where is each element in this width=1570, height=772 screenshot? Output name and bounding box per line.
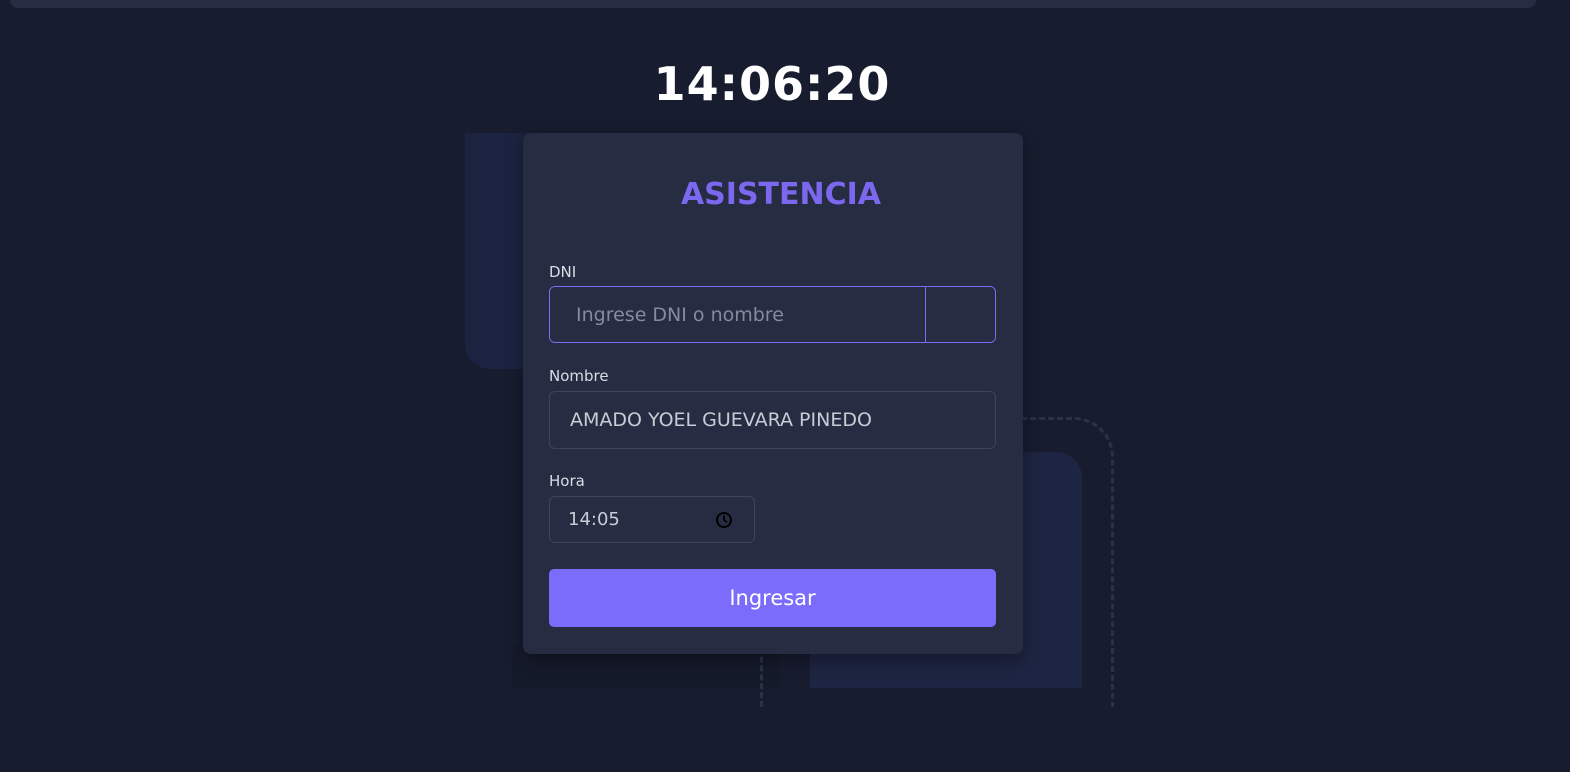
card-title: ASISTENCIA [680, 177, 882, 212]
ingresar-button[interactable]: Ingresar [549, 569, 996, 627]
hora-label: Hora [549, 472, 585, 490]
clock-icon[interactable] [715, 511, 733, 529]
attendance-card: ASISTENCIA DNI Nombre AMADO YOEL GUEVARA… [523, 133, 1023, 654]
hora-field[interactable]: 14:05 [549, 496, 755, 543]
nombre-label: Nombre [549, 367, 609, 385]
dni-input[interactable] [550, 287, 926, 342]
top-bar [10, 0, 1536, 8]
hora-value: 14:05 [568, 509, 620, 530]
nombre-field[interactable]: AMADO YOEL GUEVARA PINEDO [549, 391, 996, 449]
dni-search-button[interactable] [926, 287, 995, 342]
dni-label: DNI [549, 263, 577, 281]
live-clock: 14:06:20 [653, 57, 891, 111]
dni-input-group [549, 286, 996, 343]
